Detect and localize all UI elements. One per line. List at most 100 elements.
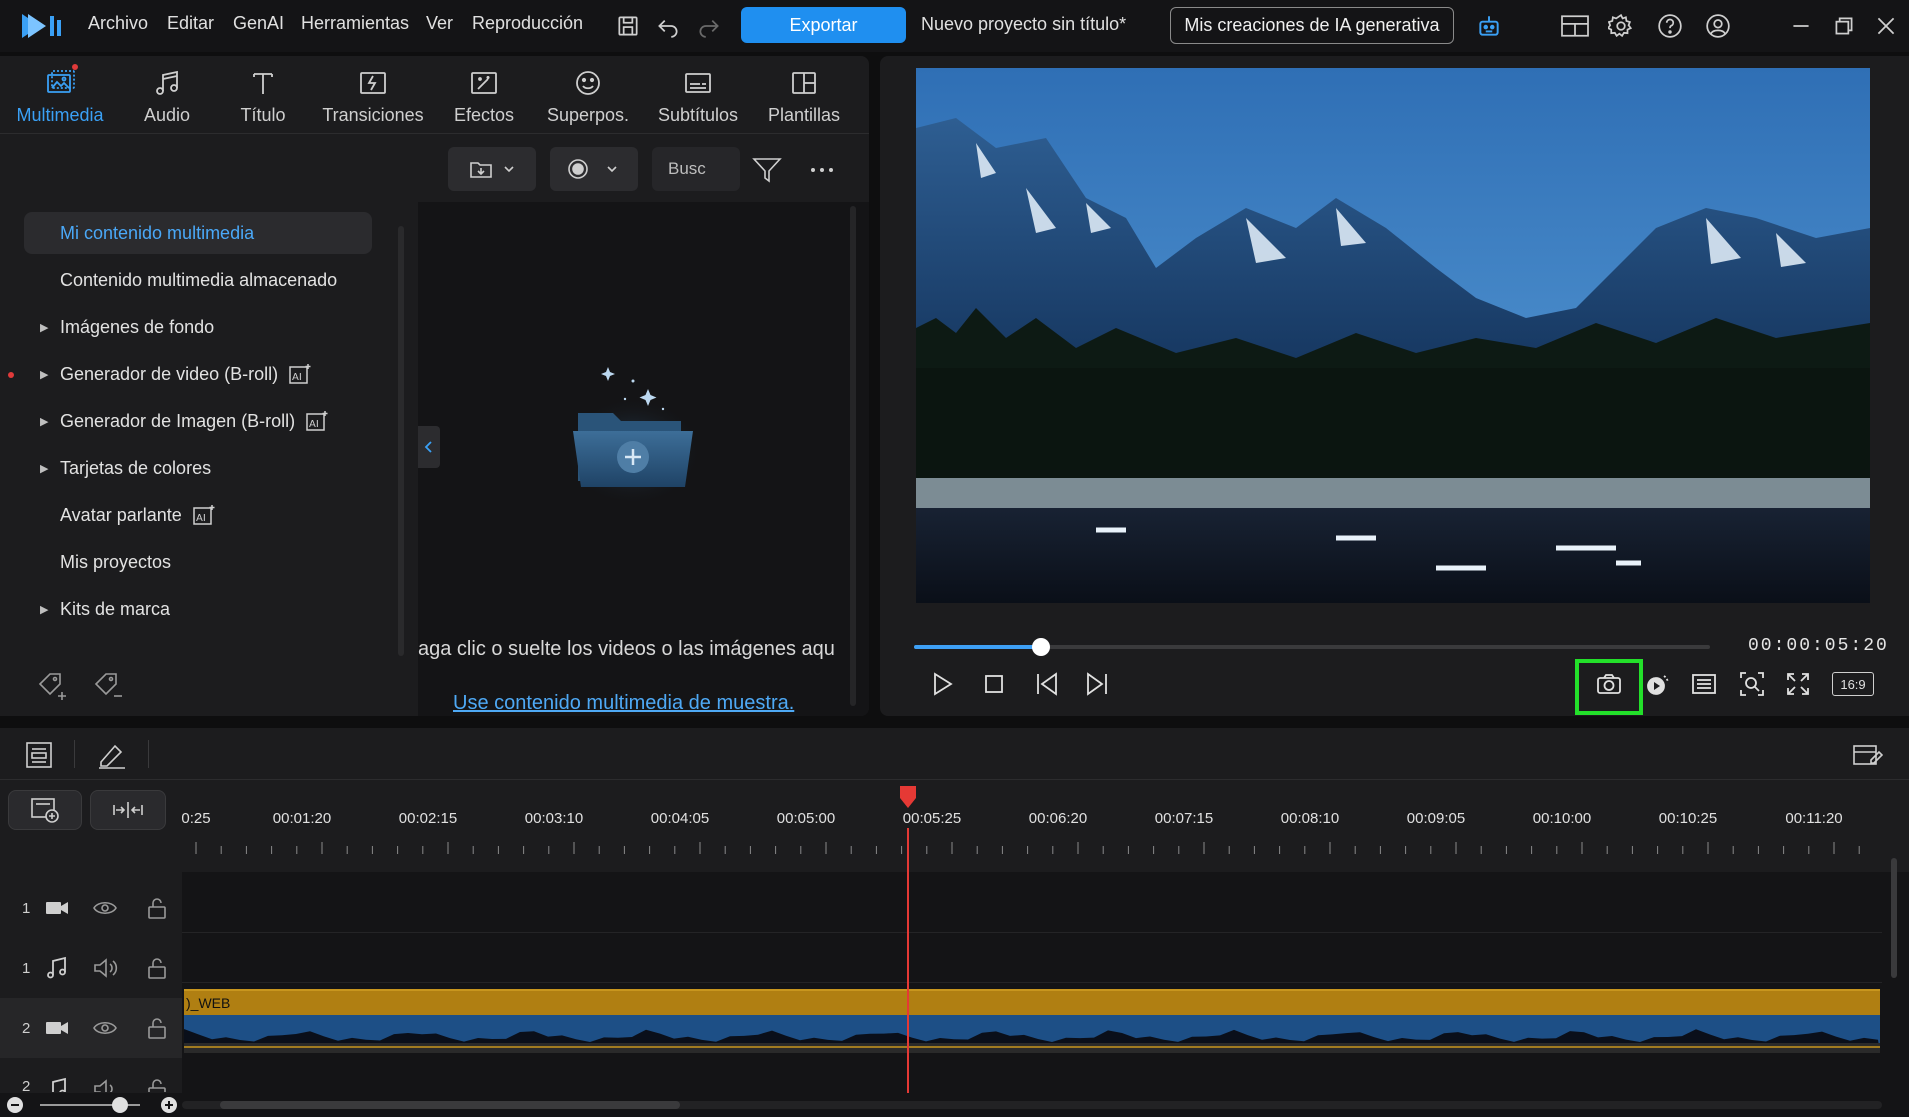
- zoom-preview-button[interactable]: [1734, 666, 1770, 702]
- zoom-fit-icon: [1740, 672, 1764, 696]
- genai-creations-button[interactable]: Mis creaciones de IA generativa: [1170, 7, 1454, 44]
- settings-gear-icon[interactable]: [1607, 12, 1635, 40]
- import-media-button[interactable]: [448, 147, 536, 191]
- timeline-tracks[interactable]: )_WEB: [182, 872, 1909, 1105]
- play-button[interactable]: [924, 666, 960, 702]
- lock-icon[interactable]: [144, 955, 170, 981]
- playhead-handle[interactable]: [898, 786, 918, 808]
- ruler-tick-label: 00:09:05: [1406, 810, 1466, 827]
- expand-arrow-icon[interactable]: ▶: [40, 603, 48, 616]
- list-icon: [1692, 674, 1716, 694]
- edit-tool-button[interactable]: [94, 738, 128, 772]
- restore-icon[interactable]: [1830, 12, 1858, 40]
- fit-timeline-button[interactable]: [90, 790, 166, 830]
- collapse-sidebar-handle[interactable]: [418, 426, 440, 468]
- more-options-icon[interactable]: [810, 166, 836, 174]
- record-button[interactable]: [550, 147, 638, 191]
- sidebar-item-generador-imagen[interactable]: ▶ Generador de Imagen (B-roll) AI: [24, 400, 372, 442]
- menu-reproduccion[interactable]: Reproducción: [472, 13, 583, 34]
- speaker-icon[interactable]: [92, 955, 118, 981]
- tab-superpos[interactable]: Superpos.: [540, 56, 636, 134]
- snapshot-button[interactable]: [1591, 666, 1627, 702]
- lock-icon[interactable]: [144, 1076, 170, 1092]
- minimize-icon[interactable]: [1787, 12, 1815, 40]
- sidebar-item-generador-video[interactable]: ▶ Generador de video (B-roll) AI: [24, 353, 372, 395]
- lock-icon[interactable]: [144, 1015, 170, 1041]
- tab-multimedia[interactable]: Multimedia: [10, 56, 110, 134]
- menu-archivo[interactable]: Archivo: [88, 13, 148, 34]
- next-frame-button[interactable]: [1078, 666, 1114, 702]
- sidebar-item-kits-marca[interactable]: ▶ Kits de marca: [24, 588, 372, 630]
- aspect-ratio-button[interactable]: 16:9: [1832, 672, 1874, 696]
- tab-efectos[interactable]: Efectos: [438, 56, 530, 134]
- sidebar-item-mis-proyectos[interactable]: Mis proyectos: [24, 541, 372, 583]
- ai-assistant-robot-icon[interactable]: [1475, 12, 1503, 40]
- markers-button[interactable]: [1686, 666, 1722, 702]
- sidebar-item-tarjetas-colores[interactable]: ▶ Tarjetas de colores: [24, 447, 372, 489]
- layout-icon[interactable]: [1558, 12, 1592, 40]
- tab-audio[interactable]: Audio: [122, 56, 212, 134]
- sidebar-item-avatar-parlante[interactable]: Avatar parlante AI: [24, 494, 372, 536]
- media-search-input[interactable]: [652, 147, 740, 191]
- zoom-slider-handle[interactable]: [112, 1097, 128, 1113]
- undo-icon[interactable]: [654, 12, 682, 40]
- lock-icon[interactable]: [144, 895, 170, 921]
- zoom-in-icon[interactable]: [160, 1096, 178, 1114]
- sidebar-item-label: Avatar parlante: [60, 504, 182, 525]
- filter-icon[interactable]: [752, 156, 782, 184]
- redo-icon[interactable]: [695, 12, 723, 40]
- speaker-icon[interactable]: [92, 1076, 118, 1092]
- stop-button[interactable]: [976, 666, 1012, 702]
- ruler-tick-label: 00:01:20: [272, 810, 332, 827]
- previous-frame-button[interactable]: [1030, 666, 1066, 702]
- expand-arrow-icon[interactable]: ▶: [40, 415, 48, 428]
- media-scrollbar[interactable]: [850, 206, 856, 706]
- timeline-video-clip[interactable]: )_WEB: [184, 989, 1880, 1061]
- close-icon[interactable]: [1872, 12, 1900, 40]
- save-icon[interactable]: [614, 12, 642, 40]
- video-preview-frame[interactable]: [916, 68, 1870, 603]
- sidebar-item-mi-contenido[interactable]: Mi contenido multimedia: [24, 212, 372, 254]
- menu-genai[interactable]: GenAI: [233, 13, 284, 34]
- sample-media-link[interactable]: Use contenido multimedia de muestra.: [453, 692, 794, 715]
- help-icon[interactable]: [1656, 12, 1684, 40]
- timeline-settings-button[interactable]: [1850, 738, 1884, 772]
- visibility-eye-icon[interactable]: [92, 1015, 118, 1041]
- fullscreen-button[interactable]: [1780, 666, 1816, 702]
- timeline-vertical-scrollbar[interactable]: [1891, 858, 1897, 978]
- playback-quality-button[interactable]: [1640, 666, 1676, 702]
- music-note-icon: [52, 1077, 66, 1092]
- tab-subtitulos[interactable]: Subtítulos: [648, 56, 748, 134]
- export-button[interactable]: Exportar: [741, 7, 906, 43]
- timeline-ruler[interactable]: 0:25 00:01:20 00:02:15 00:03:10 00:04:05…: [181, 780, 1909, 872]
- menu-ver[interactable]: Ver: [426, 13, 453, 34]
- sidebar-item-imagenes-fondo[interactable]: ▶ Imágenes de fondo: [24, 306, 372, 348]
- tab-plantillas[interactable]: Plantillas: [756, 56, 852, 134]
- zoom-out-icon[interactable]: [6, 1096, 24, 1114]
- svg-text:AI: AI: [292, 372, 302, 383]
- menu-herramientas[interactable]: Herramientas: [301, 13, 409, 34]
- add-track-button[interactable]: [8, 790, 82, 830]
- next-frame-icon: [1087, 672, 1107, 696]
- expand-arrow-icon[interactable]: ▶: [40, 321, 48, 334]
- sidebar-item-almacenado[interactable]: Contenido multimedia almacenado: [24, 259, 372, 301]
- sidebar-scrollbar[interactable]: [398, 226, 404, 656]
- playback-scrubber[interactable]: [914, 638, 1710, 656]
- timeline-horizontal-scrollbar[interactable]: [220, 1101, 680, 1109]
- account-icon[interactable]: [1704, 12, 1732, 40]
- music-note-icon: [156, 70, 178, 95]
- tab-titulo[interactable]: Título: [218, 56, 308, 134]
- track-header-video-1: 1: [0, 878, 182, 938]
- menu-editar[interactable]: Editar: [167, 13, 214, 34]
- expand-arrow-icon[interactable]: ▶: [40, 462, 48, 475]
- ai-badge-icon: AI: [289, 364, 311, 384]
- add-tag-icon[interactable]: [36, 670, 70, 704]
- scrubber-handle[interactable]: [1032, 638, 1051, 656]
- expand-arrow-icon[interactable]: ▶: [40, 368, 48, 381]
- media-drop-area[interactable]: aga clic o suelte los videos o las imáge…: [418, 136, 869, 716]
- visibility-eye-icon[interactable]: [92, 895, 118, 921]
- tracks-manager-button[interactable]: [22, 738, 56, 772]
- tab-transiciones[interactable]: Transiciones: [318, 56, 428, 134]
- ruler-tick-label: 00:10:00: [1532, 810, 1592, 827]
- remove-tag-icon[interactable]: [92, 670, 126, 704]
